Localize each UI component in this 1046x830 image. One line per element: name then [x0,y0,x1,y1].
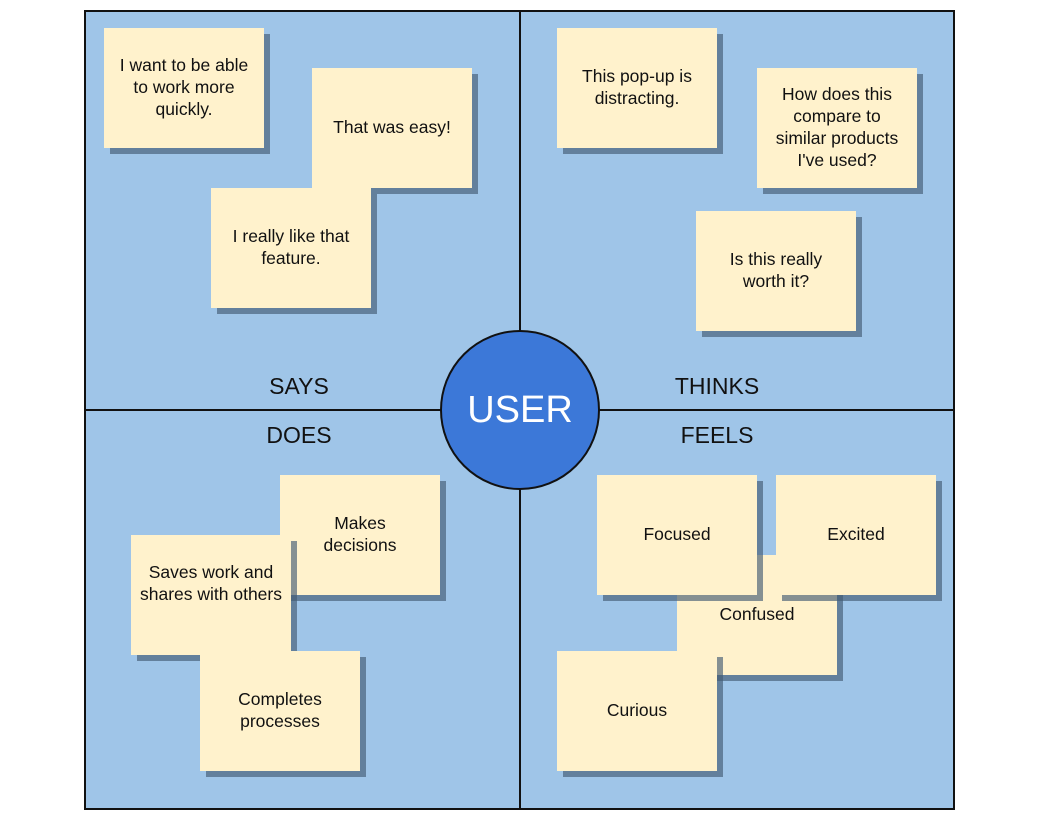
user-center-circle: USER [440,330,600,490]
sticky-note[interactable]: Is this really worth it? [696,211,856,331]
sticky-note[interactable]: Makes decisions [280,475,440,595]
user-label: USER [467,388,573,431]
quadrant-label-does: DOES [266,422,332,448]
sticky-note[interactable]: Saves work and shares with others [131,535,291,655]
sticky-note[interactable]: Focused [597,475,757,595]
sticky-note[interactable]: I really like that feature. [211,188,371,308]
sticky-note[interactable]: Excited [776,475,936,595]
quadrant-label-thinks: THINKS [674,373,760,399]
sticky-note[interactable]: How does this compare to similar product… [757,68,917,188]
quadrant-label-says: SAYS [269,373,329,399]
sticky-note[interactable]: Completes processes [200,651,360,771]
sticky-note[interactable]: Curious [557,651,717,771]
quadrant-label-feels: FEELS [680,422,754,448]
sticky-note[interactable]: This pop-up is distracting. [557,28,717,148]
sticky-note[interactable]: I want to be able to work more quickly. [104,28,264,148]
sticky-note[interactable]: That was easy! [312,68,472,188]
